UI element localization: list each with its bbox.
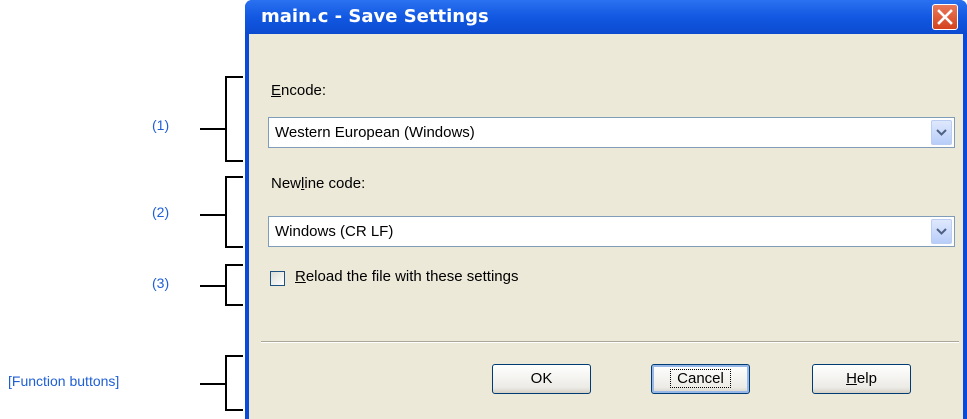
- encode-label: Encode:: [271, 82, 327, 99]
- callout-label-function-buttons: [Function buttons]: [8, 373, 120, 389]
- callout-stem-3: [200, 285, 225, 287]
- encode-value: Western European (Windows): [275, 124, 475, 141]
- encode-dropdown-button[interactable]: [931, 120, 952, 145]
- callout-stem-2: [200, 214, 225, 216]
- newline-code-value: Windows (CR LF): [275, 223, 394, 240]
- callout-label-2: (2): [152, 204, 170, 220]
- newline-code-dropdown[interactable]: Windows (CR LF): [268, 216, 955, 247]
- callout-label-3: (3): [152, 275, 170, 291]
- close-button[interactable]: [932, 4, 958, 30]
- help-button[interactable]: Help: [812, 364, 911, 394]
- callout-bracket-4: [225, 355, 243, 411]
- cancel-button[interactable]: Cancel: [651, 364, 750, 394]
- callout-bracket-3: [225, 264, 243, 306]
- callout-label-1: (1): [152, 117, 170, 133]
- ok-button[interactable]: OK: [492, 364, 591, 394]
- reload-checkbox[interactable]: [270, 271, 285, 286]
- close-icon: [937, 9, 953, 25]
- save-settings-dialog: main.c - Save Settings Encode: Western E…: [245, 0, 967, 419]
- callout-bracket-2: [225, 176, 243, 248]
- cancel-label: Cancel: [670, 369, 731, 388]
- chevron-down-icon: [936, 129, 947, 136]
- separator-highlight: [261, 342, 959, 343]
- encode-dropdown[interactable]: Western European (Windows): [268, 117, 955, 148]
- reload-checkbox-label[interactable]: Reload the file with these settings: [295, 268, 518, 285]
- newline-code-dropdown-button[interactable]: [931, 219, 952, 244]
- callout-stem-1: [200, 128, 225, 130]
- chevron-down-icon: [936, 228, 947, 235]
- title-bar[interactable]: main.c - Save Settings: [245, 0, 967, 34]
- dialog-client-area: Encode: Western European (Windows) Newli…: [249, 34, 963, 419]
- dialog-title: main.c - Save Settings: [261, 6, 489, 27]
- newline-code-label: Newline code:: [271, 175, 366, 192]
- callout-bracket-1: [225, 76, 243, 162]
- callout-stem-4: [200, 383, 225, 385]
